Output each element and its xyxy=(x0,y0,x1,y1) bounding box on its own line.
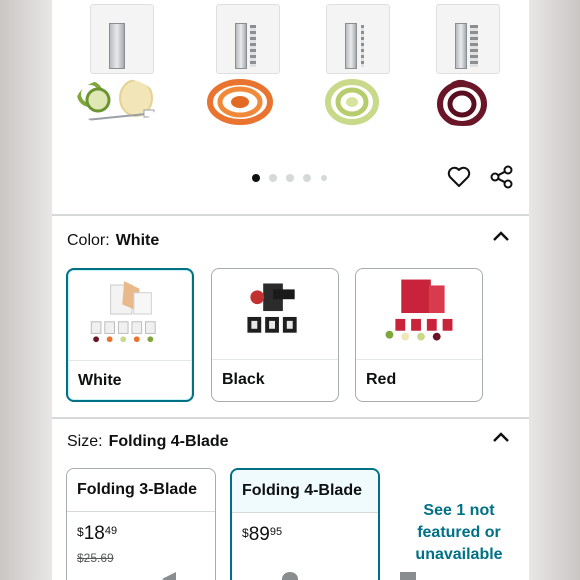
background-right xyxy=(529,0,580,580)
size-option-folding-4-blade[interactable]: Folding 4-Blade $8995 xyxy=(230,468,380,580)
carousel-dot[interactable] xyxy=(286,174,294,182)
white-spiralizer-thumbnail xyxy=(90,281,156,343)
section-divider xyxy=(52,417,529,419)
heart-icon[interactable] xyxy=(445,163,473,191)
size-option-folding-3-blade[interactable]: Folding 3-Blade $1849 $25.69 xyxy=(66,468,216,580)
color-option-label: Black xyxy=(222,371,265,388)
share-icon[interactable] xyxy=(488,163,516,191)
spiralizer-shredder-blade-image xyxy=(198,0,288,140)
sliced-vegetable-image xyxy=(77,79,155,121)
system-navigation-bar xyxy=(52,568,529,580)
size-option-label: Folding 3-Blade xyxy=(77,481,197,498)
color-option-label: White xyxy=(78,372,122,389)
selected-size-value: Folding 4-Blade xyxy=(108,433,229,450)
spiralizer-fine-blade-image xyxy=(308,0,398,140)
size-option-label: Folding 4-Blade xyxy=(232,470,378,512)
product-page: Color: White White Black Red Size: Foldi… xyxy=(52,0,529,580)
color-option-black[interactable]: Black xyxy=(211,268,339,402)
price-currency: $ xyxy=(242,526,249,540)
spiralizer-ribbon-blade-image xyxy=(72,0,162,140)
carousel-dot[interactable] xyxy=(269,174,277,182)
price-fraction: 49 xyxy=(104,525,118,537)
product-image-carousel[interactable] xyxy=(52,0,529,150)
price-fraction: 95 xyxy=(269,526,283,538)
carousel-dot-active[interactable] xyxy=(252,174,260,182)
zucchini-noodles-image xyxy=(325,79,379,125)
blade-frame xyxy=(326,4,390,74)
size-option-price: $8995 xyxy=(242,524,282,546)
size-option-price: $1849 xyxy=(77,523,117,545)
color-label: Color: xyxy=(67,232,110,249)
carousel-indicator[interactable] xyxy=(252,172,332,184)
color-option-red[interactable]: Red xyxy=(355,268,483,402)
carousel-dot[interactable] xyxy=(303,174,311,182)
price-whole: 89 xyxy=(248,524,270,545)
size-section-header[interactable]: Size: Folding 4-Blade xyxy=(67,430,229,454)
chevron-up-icon[interactable] xyxy=(491,229,511,243)
color-option-label: Red xyxy=(366,371,397,388)
recents-nav-icon[interactable] xyxy=(400,572,416,580)
see-unavailable-options-link[interactable]: See 1 not featured or unavailable xyxy=(404,500,514,566)
home-nav-icon[interactable] xyxy=(282,572,298,580)
back-nav-icon[interactable] xyxy=(162,572,176,580)
blade-frame xyxy=(90,4,154,74)
price-whole: 18 xyxy=(83,523,105,544)
color-option-white[interactable]: White xyxy=(66,268,194,402)
spiralizer-chipper-blade-image xyxy=(418,0,508,140)
blade-frame xyxy=(436,4,500,74)
price-currency: $ xyxy=(77,525,84,539)
red-spiralizer-thumbnail xyxy=(385,279,453,341)
beet-noodles-image xyxy=(437,79,487,126)
carrot-noodles-image xyxy=(207,79,273,125)
selected-color-value: White xyxy=(115,232,160,249)
chevron-up-icon[interactable] xyxy=(491,430,511,444)
background-left xyxy=(0,0,52,580)
section-divider xyxy=(52,214,529,216)
list-price: $25.69 xyxy=(77,551,114,565)
size-label: Size: xyxy=(67,433,103,450)
blade-frame xyxy=(216,4,280,74)
color-section-header[interactable]: Color: White xyxy=(67,229,159,253)
carousel-dot[interactable] xyxy=(321,175,327,181)
black-spiralizer-thumbnail xyxy=(247,283,297,333)
